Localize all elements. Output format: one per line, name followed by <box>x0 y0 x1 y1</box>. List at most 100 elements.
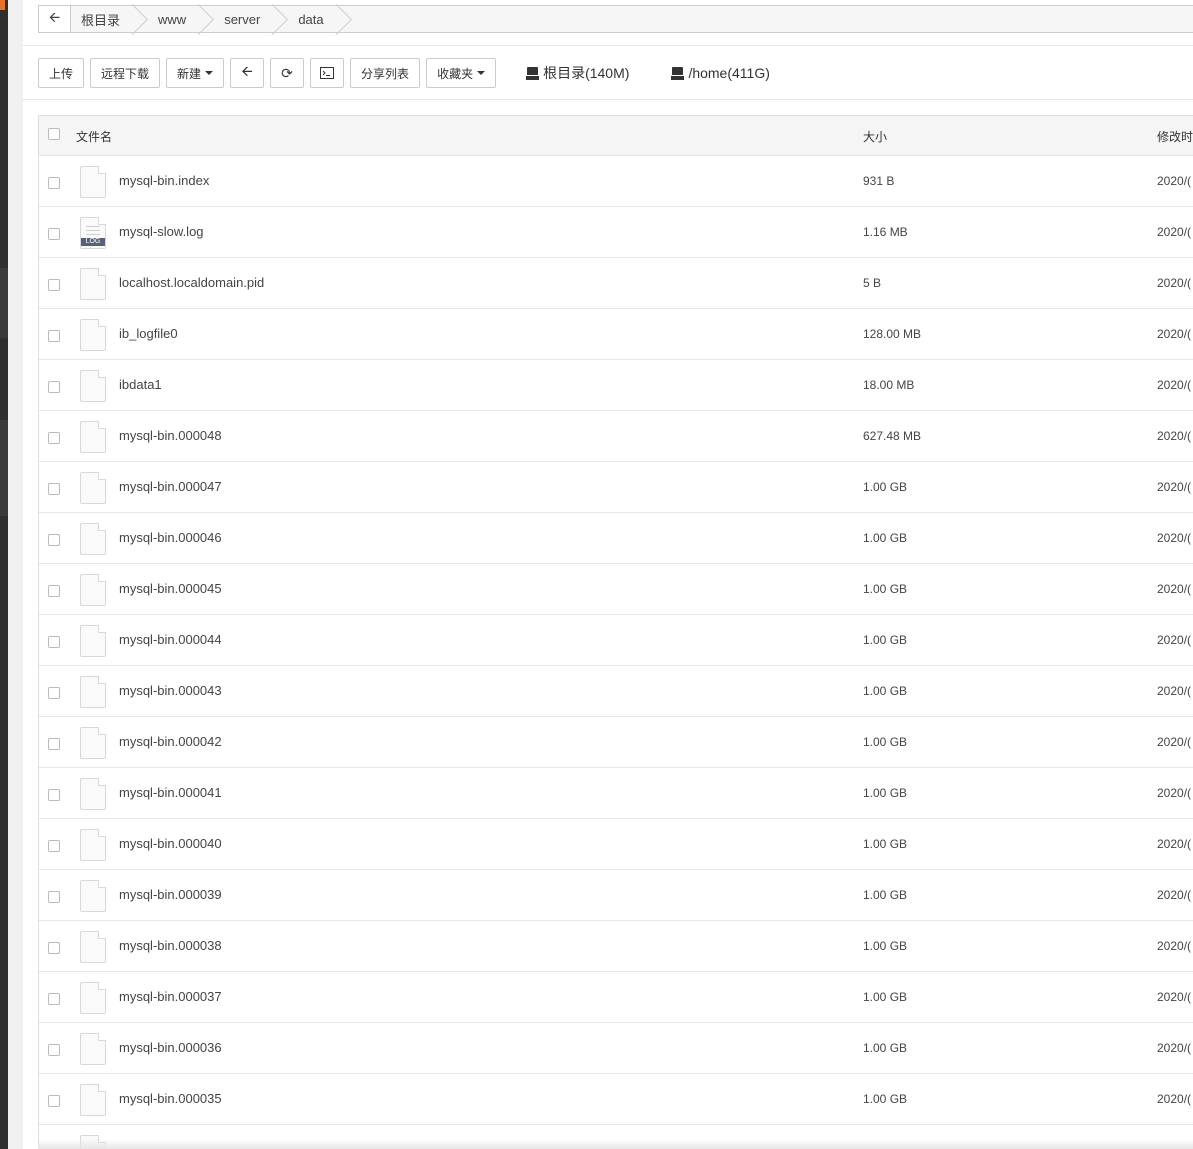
row-checkbox[interactable] <box>48 942 60 954</box>
table-row[interactable]: mysql-bin.000046 1.00 GB 2020/( <box>39 513 1193 564</box>
toolbar: 上传 远程下载 新建 🡨 ⟳ 分享列表 收藏夹 根目录(140M) /home(… <box>38 58 770 88</box>
file-name[interactable]: ib_logfile0 <box>119 326 178 341</box>
row-checkbox[interactable] <box>48 483 60 495</box>
file-size: 1.00 GB <box>863 684 908 698</box>
file-name[interactable]: ibdata1 <box>119 377 162 392</box>
table-row[interactable]: mysql-bin.000038 1.00 GB 2020/( <box>39 921 1193 972</box>
refresh-icon[interactable]: ⟳ <box>270 58 305 88</box>
table-row[interactable]: localhost.localdomain.pid 5 B 2020/( <box>39 258 1193 309</box>
file-name[interactable]: localhost.localdomain.pid <box>119 275 264 290</box>
row-checkbox[interactable] <box>48 1095 60 1107</box>
file-name[interactable]: mysql-bin.000037 <box>119 989 222 1004</box>
divider <box>23 45 1193 46</box>
new-dropdown-button[interactable]: 新建 <box>166 58 225 88</box>
row-checkbox[interactable] <box>48 840 60 852</box>
file-modified-time: 2020/( <box>1157 837 1192 851</box>
file-icon <box>80 472 106 504</box>
back-arrow-icon[interactable]: 🡨 <box>230 58 265 88</box>
row-checkbox[interactable] <box>48 738 60 750</box>
caret-down-icon <box>477 71 486 75</box>
file-name[interactable]: mysql-bin.000046 <box>119 530 222 545</box>
file-icon <box>80 574 106 606</box>
row-checkbox[interactable] <box>48 432 60 444</box>
back-arrow-icon[interactable]: 🡨 <box>39 6 71 32</box>
table-row[interactable]: mysql-bin.000045 1.00 GB 2020/( <box>39 564 1193 615</box>
file-name[interactable]: mysql-bin.000048 <box>119 428 222 443</box>
row-checkbox[interactable] <box>48 177 60 189</box>
table-row[interactable]: ib_logfile0 128.00 MB 2020/( <box>39 309 1193 360</box>
table-row[interactable]: mysql-bin.000048 627.48 MB 2020/( <box>39 411 1193 462</box>
table-row[interactable]: mysql-bin.000044 1.00 GB 2020/( <box>39 615 1193 666</box>
table-header: 文件名 大小 修改时 <box>39 116 1193 159</box>
disk-home-link[interactable]: /home(411G) <box>671 65 770 81</box>
file-name[interactable]: mysql-bin.000042 <box>119 734 222 749</box>
row-checkbox[interactable] <box>48 687 60 699</box>
row-checkbox[interactable] <box>48 228 60 240</box>
row-checkbox[interactable] <box>48 279 60 291</box>
file-name[interactable]: mysql-bin.000040 <box>119 836 222 851</box>
breadcrumb-item[interactable]: data <box>278 6 341 32</box>
upload-button[interactable]: 上传 <box>38 58 85 88</box>
file-name[interactable]: mysql-bin.000044 <box>119 632 222 647</box>
file-name[interactable]: mysql-bin.index <box>119 173 209 188</box>
row-checkbox[interactable] <box>48 330 60 342</box>
file-icon <box>80 370 106 402</box>
file-name[interactable]: mysql-bin.000043 <box>119 683 222 698</box>
header-size[interactable]: 大小 <box>863 128 887 145</box>
table-row[interactable]: mysql-bin.000041 1.00 GB 2020/( <box>39 768 1193 819</box>
table-row[interactable]: LOG mysql-slow.log 1.16 MB 2020/( <box>39 207 1193 258</box>
header-time[interactable]: 修改时 <box>1157 128 1193 145</box>
row-checkbox[interactable] <box>48 636 60 648</box>
terminal-icon[interactable] <box>310 58 345 88</box>
table-row[interactable]: mysql-bin.index 931 B 2020/( <box>39 156 1193 207</box>
file-name[interactable]: mysql-slow.log <box>119 224 204 239</box>
file-icon <box>80 319 106 351</box>
header-name[interactable]: 文件名 <box>76 128 112 145</box>
row-checkbox[interactable] <box>48 789 60 801</box>
table-row[interactable]: mysql-bin.000043 1.00 GB 2020/( <box>39 666 1193 717</box>
select-all-checkbox[interactable] <box>48 128 60 140</box>
file-modified-time: 2020/( <box>1157 990 1192 1004</box>
file-name[interactable]: mysql-bin.000035 <box>119 1091 222 1106</box>
table-body: mysql-bin.index 931 B 2020/(LOG mysql-slow.… <box>39 156 1193 1125</box>
file-icon <box>80 727 106 759</box>
table-row[interactable]: ibdata1 18.00 MB 2020/( <box>39 360 1193 411</box>
table-row[interactable]: mysql-bin.000042 1.00 GB 2020/( <box>39 717 1193 768</box>
row-checkbox[interactable] <box>48 1044 60 1056</box>
table-row[interactable]: mysql-bin.000040 1.00 GB 2020/( <box>39 819 1193 870</box>
breadcrumb-item[interactable]: server <box>204 6 278 32</box>
file-name[interactable]: mysql-bin.000041 <box>119 785 222 800</box>
breadcrumb-item[interactable]: 根目录 <box>71 6 138 32</box>
row-checkbox[interactable] <box>48 891 60 903</box>
file-name[interactable]: mysql-bin.000038 <box>119 938 222 953</box>
table-row[interactable]: mysql-bin.000047 1.00 GB 2020/( <box>39 462 1193 513</box>
file-size: 5 B <box>863 276 882 290</box>
file-name[interactable]: mysql-bin.000036 <box>119 1040 222 1055</box>
file-size: 18.00 MB <box>863 378 915 392</box>
file-size: 1.00 GB <box>863 582 908 596</box>
table-row[interactable]: mysql-bin.000037 1.00 GB 2020/( <box>39 972 1193 1023</box>
file-icon <box>80 625 106 657</box>
file-name[interactable]: mysql-bin.000045 <box>119 581 222 596</box>
table-row[interactable]: mysql-bin.000036 1.00 GB 2020/( <box>39 1023 1193 1074</box>
table-row[interactable]: mysql-bin.000039 1.00 GB 2020/( <box>39 870 1193 921</box>
row-checkbox[interactable] <box>48 993 60 1005</box>
file-name[interactable]: mysql-bin.000039 <box>119 887 222 902</box>
row-checkbox[interactable] <box>48 381 60 393</box>
caret-down-icon <box>205 71 214 75</box>
sidebar-item[interactable] <box>0 420 8 516</box>
hdd-icon <box>671 66 685 80</box>
remote-download-button[interactable]: 远程下载 <box>90 58 161 88</box>
breadcrumb-item[interactable]: www <box>138 6 204 32</box>
favorites-dropdown-button[interactable]: 收藏夹 <box>426 58 497 88</box>
sidebar-item[interactable] <box>0 268 8 338</box>
scroll-shadow <box>38 1139 1193 1149</box>
row-checkbox[interactable] <box>48 534 60 546</box>
file-name[interactable]: mysql-bin.000047 <box>119 479 222 494</box>
file-icon <box>80 1084 106 1116</box>
row-checkbox[interactable] <box>48 585 60 597</box>
file-modified-time: 2020/( <box>1157 327 1192 341</box>
share-list-button[interactable]: 分享列表 <box>350 58 421 88</box>
table-row[interactable]: mysql-bin.000035 1.00 GB 2020/( <box>39 1074 1193 1125</box>
disk-root-link[interactable]: 根目录(140M) <box>526 63 629 83</box>
